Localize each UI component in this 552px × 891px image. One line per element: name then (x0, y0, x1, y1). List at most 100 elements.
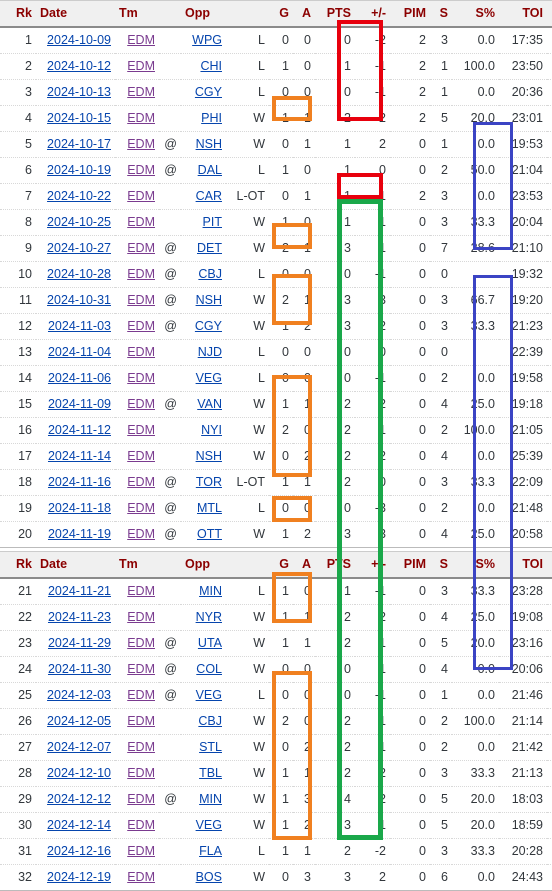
cell-date-link[interactable]: 2024-10-15 (47, 111, 111, 125)
cell-date[interactable]: 2024-10-09 (36, 27, 115, 54)
cell-date-link[interactable]: 2024-11-04 (48, 345, 111, 359)
col-header-pts[interactable]: PTS (315, 0, 355, 28)
cell-opponent[interactable]: MTL (181, 495, 226, 522)
cell-team[interactable]: EDM (115, 339, 159, 366)
cell-team-link[interactable]: EDM (127, 475, 155, 489)
cell-opponent[interactable]: TBL (181, 760, 226, 787)
cell-opponent-link[interactable]: CBJ (198, 714, 222, 728)
cell-team[interactable]: EDM (115, 630, 159, 657)
cell-opponent-link[interactable]: NSH (196, 449, 222, 463)
cell-opponent[interactable]: NSH (181, 443, 226, 470)
cell-opponent[interactable]: NSH (181, 131, 226, 158)
cell-date[interactable]: 2024-10-19 (36, 157, 115, 184)
cell-date[interactable]: 2024-11-30 (36, 656, 115, 683)
cell-opponent[interactable]: NYR (181, 604, 226, 631)
cell-date-link[interactable]: 2024-11-18 (48, 501, 111, 515)
cell-date-link[interactable]: 2024-11-21 (48, 584, 111, 598)
cell-opponent-link[interactable]: VAN (197, 397, 222, 411)
cell-team[interactable]: EDM (115, 812, 159, 839)
cell-team-link[interactable]: EDM (127, 584, 155, 598)
cell-date-link[interactable]: 2024-12-07 (47, 740, 111, 754)
cell-opponent[interactable]: DET (181, 235, 226, 262)
cell-opponent[interactable]: BOS (181, 864, 226, 891)
cell-team[interactable]: EDM (115, 313, 159, 340)
cell-opponent[interactable]: CHI (181, 53, 226, 80)
cell-opponent-link[interactable]: CHI (200, 59, 222, 73)
cell-team-link[interactable]: EDM (127, 319, 155, 333)
col-header-hit-2[interactable]: HIT (547, 551, 552, 579)
cell-date-link[interactable]: 2024-10-28 (47, 267, 111, 281)
cell-team-link[interactable]: EDM (127, 397, 155, 411)
cell-team[interactable]: EDM (115, 235, 159, 262)
cell-date-link[interactable]: 2024-12-10 (47, 766, 111, 780)
cell-team[interactable]: EDM (115, 53, 159, 80)
cell-opponent-link[interactable]: MIN (199, 792, 222, 806)
cell-team-link[interactable]: EDM (127, 662, 155, 676)
cell-opponent-link[interactable]: TBL (199, 766, 222, 780)
cell-team-link[interactable]: EDM (127, 714, 155, 728)
cell-team[interactable]: EDM (115, 760, 159, 787)
col-header-plus-minus-2[interactable]: +/- (355, 551, 390, 579)
cell-opponent[interactable]: CGY (181, 313, 226, 340)
cell-team-link[interactable]: EDM (127, 189, 155, 203)
cell-opponent[interactable]: WPG (181, 27, 226, 54)
cell-opponent-link[interactable]: FLA (199, 844, 222, 858)
cell-team-link[interactable]: EDM (127, 163, 155, 177)
cell-date[interactable]: 2024-11-03 (36, 313, 115, 340)
cell-date[interactable]: 2024-11-29 (36, 630, 115, 657)
col-header-pts-2[interactable]: PTS (315, 551, 355, 579)
cell-team[interactable]: EDM (115, 734, 159, 761)
cell-date[interactable]: 2024-10-28 (36, 261, 115, 288)
cell-team[interactable]: EDM (115, 708, 159, 735)
cell-team-link[interactable]: EDM (127, 740, 155, 754)
cell-team[interactable]: EDM (115, 157, 159, 184)
cell-opponent[interactable]: FLA (181, 838, 226, 865)
cell-team[interactable]: EDM (115, 417, 159, 444)
cell-team[interactable]: EDM (115, 495, 159, 522)
cell-opponent-link[interactable]: VEG (196, 688, 222, 702)
cell-team[interactable]: EDM (115, 838, 159, 865)
cell-team-link[interactable]: EDM (127, 688, 155, 702)
cell-opponent-link[interactable]: DET (197, 241, 222, 255)
col-header-s-2[interactable]: S (430, 551, 452, 579)
cell-team-link[interactable]: EDM (127, 345, 155, 359)
cell-team[interactable]: EDM (115, 578, 159, 605)
cell-date-link[interactable]: 2024-10-17 (47, 137, 111, 151)
cell-opponent[interactable]: NJD (181, 339, 226, 366)
cell-team-link[interactable]: EDM (127, 610, 155, 624)
cell-date-link[interactable]: 2024-10-13 (47, 85, 111, 99)
cell-opponent[interactable]: VEG (181, 365, 226, 392)
col-header-hit[interactable]: HIT (547, 0, 552, 28)
cell-team[interactable]: EDM (115, 79, 159, 106)
cell-opponent[interactable]: VAN (181, 391, 226, 418)
cell-date-link[interactable]: 2024-11-06 (48, 371, 111, 385)
cell-team-link[interactable]: EDM (127, 527, 155, 541)
cell-date-link[interactable]: 2024-12-16 (47, 844, 111, 858)
cell-date-link[interactable]: 2024-12-12 (47, 792, 111, 806)
cell-date-link[interactable]: 2024-10-22 (47, 189, 111, 203)
cell-team[interactable]: EDM (115, 469, 159, 496)
col-header-g-2[interactable]: G (269, 551, 293, 579)
cell-opponent[interactable]: VEG (181, 682, 226, 709)
cell-team[interactable]: EDM (115, 656, 159, 683)
cell-team[interactable]: EDM (115, 183, 159, 210)
cell-opponent-link[interactable]: NSH (196, 137, 222, 151)
col-header-date[interactable]: Date (36, 0, 115, 28)
cell-team[interactable]: EDM (115, 521, 159, 548)
col-header-tm[interactable]: Tm (115, 0, 159, 28)
cell-opponent[interactable]: MIN (181, 786, 226, 813)
cell-team[interactable]: EDM (115, 391, 159, 418)
col-header-a-2[interactable]: A (293, 551, 315, 579)
cell-date[interactable]: 2024-12-03 (36, 682, 115, 709)
cell-team-link[interactable]: EDM (127, 870, 155, 884)
cell-date-link[interactable]: 2024-12-05 (47, 714, 111, 728)
cell-opponent[interactable]: CBJ (181, 708, 226, 735)
cell-opponent-link[interactable]: PHI (201, 111, 222, 125)
cell-opponent-link[interactable]: NSH (196, 293, 222, 307)
cell-team-link[interactable]: EDM (127, 818, 155, 832)
col-header-shot-pct-2[interactable]: S% (452, 551, 499, 579)
cell-opponent[interactable]: OTT (181, 521, 226, 548)
cell-team-link[interactable]: EDM (127, 293, 155, 307)
cell-opponent[interactable]: DAL (181, 157, 226, 184)
cell-date[interactable]: 2024-11-23 (36, 604, 115, 631)
